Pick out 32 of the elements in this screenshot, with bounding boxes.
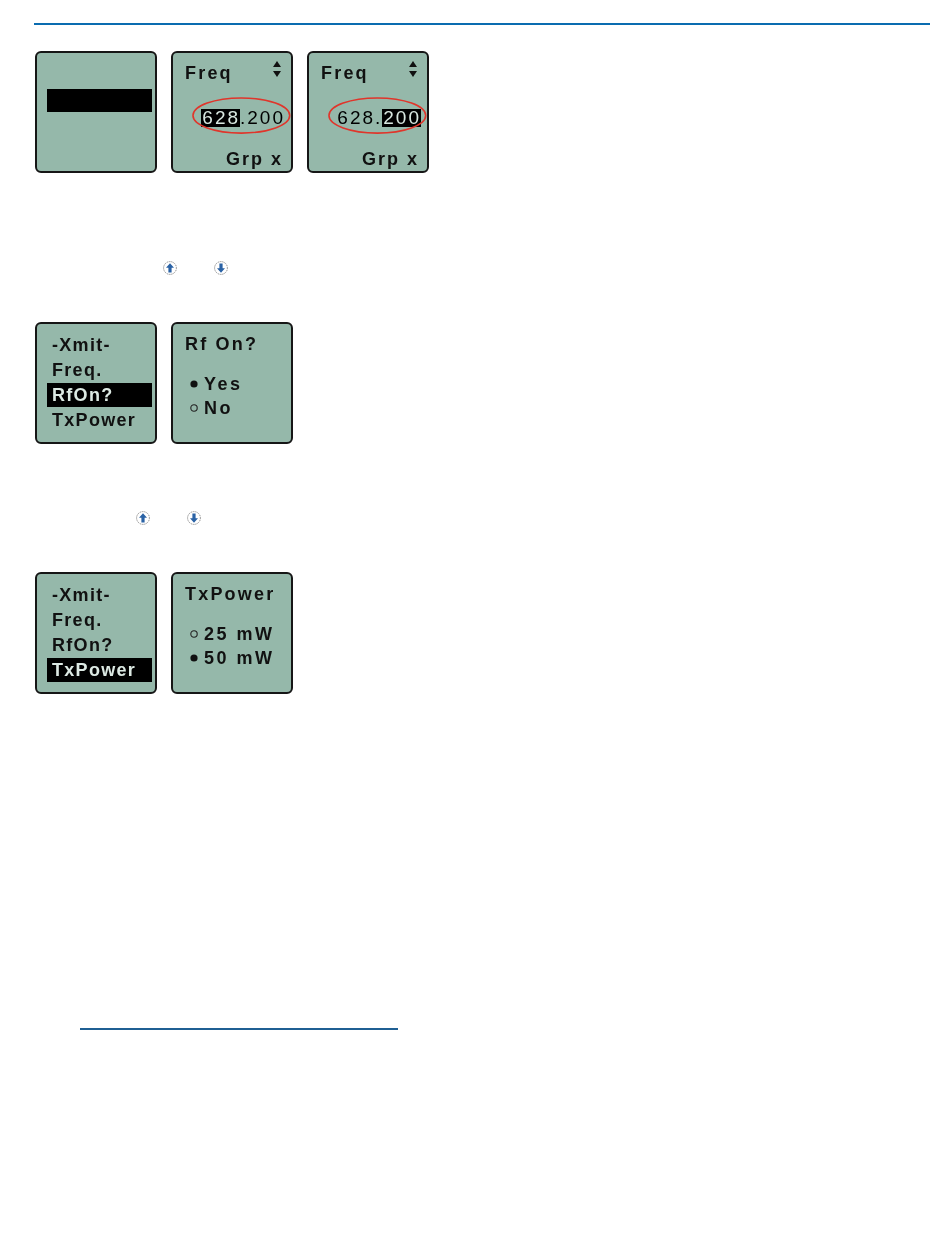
screen-title: Rf On? xyxy=(185,333,260,356)
highlighted-digits: 628 xyxy=(201,109,240,127)
menu-heading: -Xmit- xyxy=(51,584,112,607)
up-down-arrows-icon xyxy=(273,61,281,77)
screen-title: Freq xyxy=(321,62,369,85)
menu-heading: -Xmit- xyxy=(51,334,112,357)
menu-item[interactable]: TxPower xyxy=(47,658,152,682)
group-label: Grp x xyxy=(225,148,283,171)
screen-title: TxPower xyxy=(185,583,277,606)
menu-item[interactable]: Freq. xyxy=(47,608,152,632)
menu-item[interactable]: RfOn? xyxy=(47,633,152,657)
screen-title: Freq xyxy=(185,62,233,85)
menu-item[interactable]: Freq. xyxy=(47,358,152,382)
menu-item[interactable]: TxPower xyxy=(47,408,152,432)
up-down-arrows-icon xyxy=(409,61,417,77)
radio-button[interactable] xyxy=(190,654,198,662)
radio-button[interactable] xyxy=(190,380,198,388)
radio-button[interactable] xyxy=(190,630,198,638)
up-arrow-icon xyxy=(136,511,150,525)
option-label: Yes xyxy=(204,373,243,396)
radio-button[interactable] xyxy=(190,404,198,412)
frequency-digits: .200 xyxy=(240,109,285,127)
up-arrow-icon xyxy=(163,261,177,275)
option-label: No xyxy=(204,397,233,420)
option-label: 50 mW xyxy=(204,647,275,670)
group-label: Grp x xyxy=(361,148,419,171)
frequency-digits: 628. xyxy=(337,109,383,127)
highlighted-digits: 200 xyxy=(382,109,421,127)
down-arrow-icon xyxy=(187,511,201,525)
down-arrow-icon xyxy=(214,261,228,275)
menu-item[interactable]: RfOn? xyxy=(47,383,152,407)
option-label: 25 mW xyxy=(204,623,275,646)
